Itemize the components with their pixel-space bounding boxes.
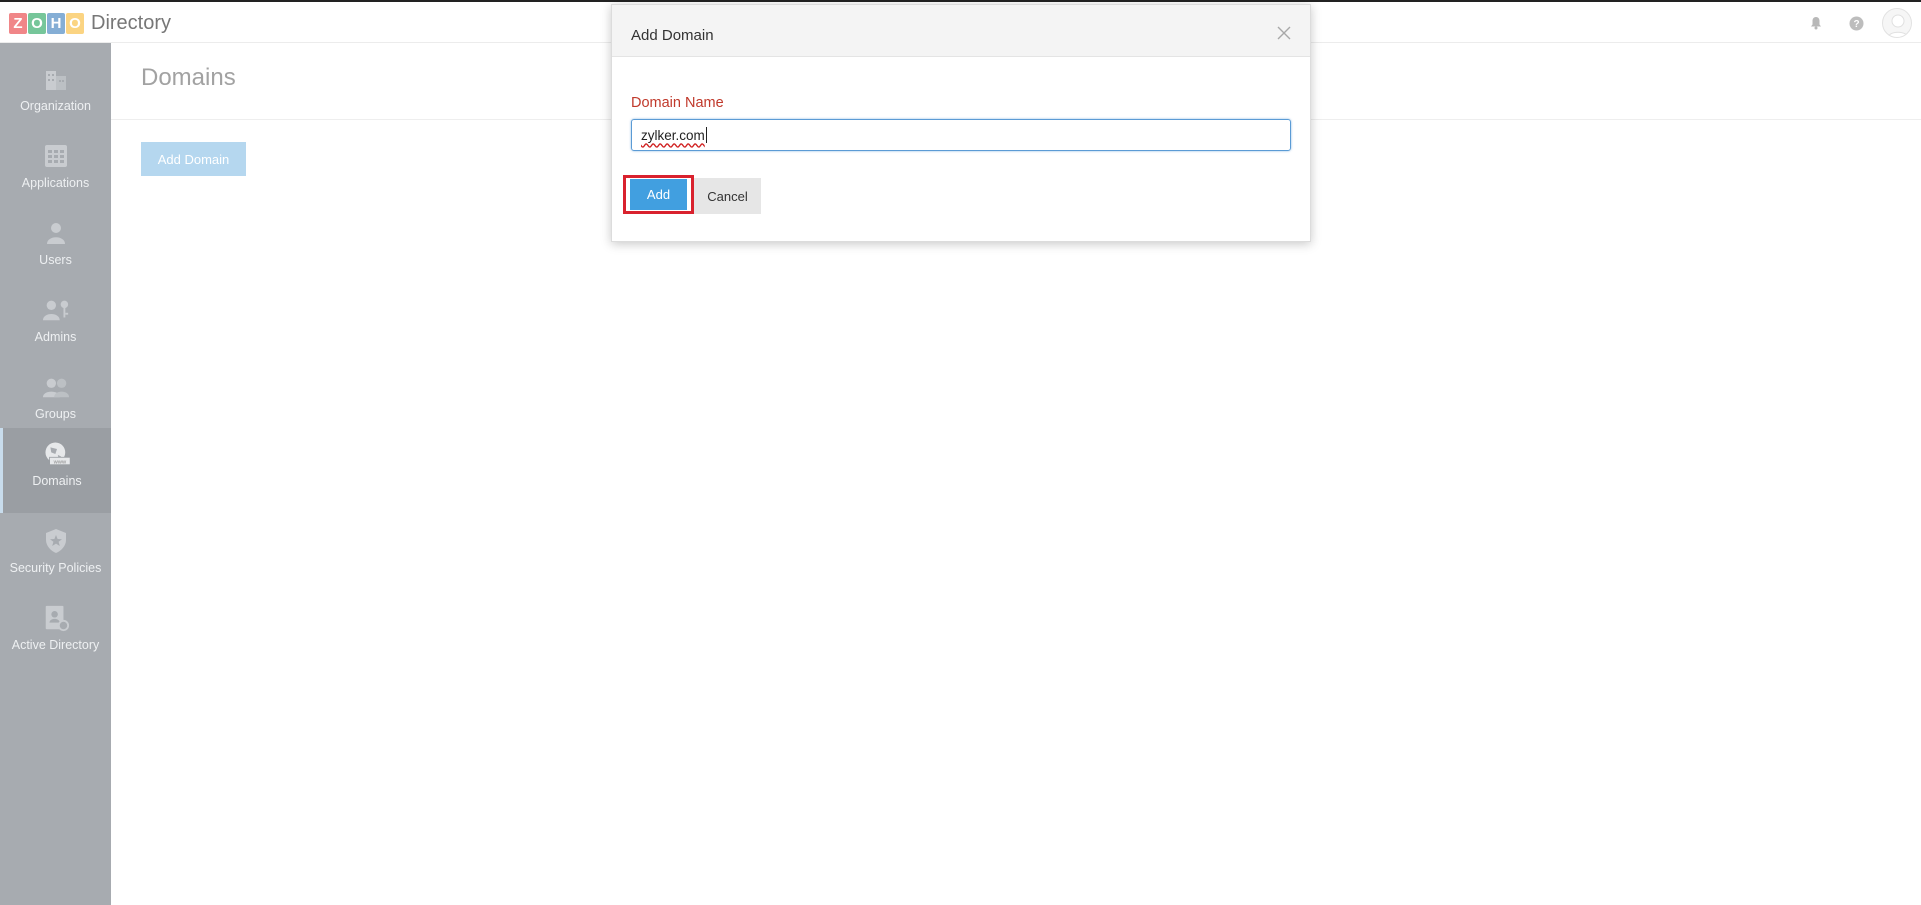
sidebar-item-label: Users: [39, 253, 72, 267]
logo-letter-o2: O: [66, 13, 84, 34]
sidebar-item-label: Organization: [20, 99, 91, 113]
domain-name-label: Domain Name: [631, 95, 724, 111]
add-domain-button[interactable]: Add Domain: [141, 142, 246, 176]
dialog-header: Add Domain: [612, 5, 1310, 57]
sidebar-item-active-directory[interactable]: Active Directory: [0, 592, 111, 677]
help-icon[interactable]: ?: [1848, 15, 1864, 31]
cancel-button[interactable]: Cancel: [694, 178, 761, 214]
zoho-logo[interactable]: Z O H O Directory: [9, 12, 171, 35]
sidebar-item-groups[interactable]: Groups: [0, 361, 111, 438]
directory-book-icon: [42, 604, 70, 632]
text-caret: [705, 127, 707, 143]
sidebar-item-organization[interactable]: Organization: [0, 53, 111, 130]
domain-name-value: zylker.com: [641, 127, 705, 143]
add-button-highlight: Add: [623, 175, 694, 214]
sidebar-item-applications[interactable]: Applications: [0, 130, 111, 207]
user-icon: [42, 219, 70, 247]
user-avatar[interactable]: [1882, 8, 1912, 38]
shield-star-icon: [42, 527, 70, 555]
sidebar-item-label: Active Directory: [11, 638, 100, 652]
sidebar-item-label: Groups: [35, 407, 76, 421]
globe-www-icon: www: [43, 440, 71, 468]
sidebar-item-security-policies[interactable]: Security Policies: [0, 515, 111, 592]
svg-text:www: www: [53, 459, 67, 465]
bell-icon[interactable]: [1808, 15, 1824, 31]
sidebar-nav: Organization Applications Users Admins G…: [0, 43, 111, 905]
sidebar-item-users[interactable]: Users: [0, 207, 111, 284]
sidebar-item-admins[interactable]: Admins: [0, 284, 111, 361]
sidebar-item-label: Domains: [32, 474, 82, 488]
logo-letter-o1: O: [28, 13, 46, 34]
grid-icon: [42, 142, 70, 170]
add-button[interactable]: Add: [630, 179, 687, 210]
domain-name-input[interactable]: zylker.com: [631, 119, 1291, 151]
close-icon[interactable]: [1276, 25, 1292, 41]
add-domain-dialog: Add Domain Domain Name zylker.com Add Ca…: [611, 4, 1311, 242]
group-icon: [42, 373, 70, 401]
building-icon: [42, 65, 70, 93]
logo-letter-h: H: [47, 13, 65, 34]
app-name: Directory: [91, 12, 172, 34]
dialog-title: Add Domain: [631, 27, 714, 44]
logo-letter-z: Z: [9, 13, 27, 34]
sidebar-item-label: Applications: [21, 176, 90, 190]
sidebar-item-label: Security Policies: [9, 561, 102, 575]
svg-text:?: ?: [1853, 19, 1859, 30]
page-title: Domains: [141, 64, 236, 91]
admin-key-icon: [42, 296, 70, 324]
sidebar-item-label: Admins: [34, 330, 77, 344]
sidebar-item-domains[interactable]: www Domains: [0, 428, 111, 513]
